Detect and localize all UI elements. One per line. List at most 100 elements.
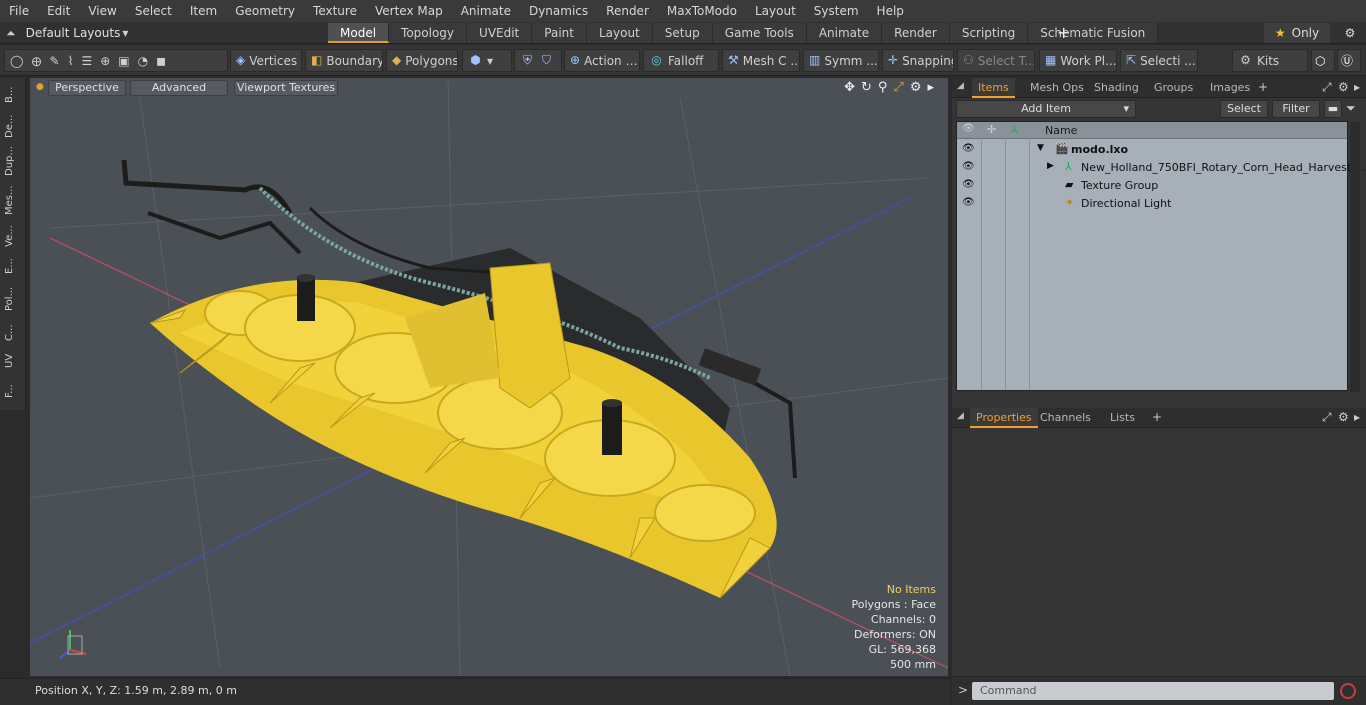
strip-tab-fusion[interactable]: F... (4, 376, 22, 406)
menu-geometry[interactable]: Geometry (226, 4, 304, 18)
kits-button[interactable]: ⚙ Kits (1232, 49, 1308, 72)
menu-view[interactable]: View (79, 4, 125, 18)
tab-schematic-fusion[interactable]: Schematic Fusion (1028, 23, 1159, 43)
menu-render[interactable]: Render (597, 4, 658, 18)
tab-groups[interactable]: Groups (1148, 78, 1199, 98)
vertices-button[interactable]: ◈ Vertices (230, 49, 302, 72)
viewport-textures-button[interactable]: Viewport Textures (234, 80, 338, 96)
menu-texture[interactable]: Texture (304, 4, 366, 18)
eye-icon[interactable]: 👁 (962, 161, 975, 173)
menu-vertex-map[interactable]: Vertex Map (366, 4, 452, 18)
tab-uvedit[interactable]: UVEdit (467, 23, 533, 43)
menu-select[interactable]: Select (126, 4, 181, 18)
tab-layout[interactable]: Layout (586, 23, 653, 43)
boundary-button[interactable]: ◧ Boundary (305, 49, 383, 72)
falloff-button[interactable]: ◎ Falloff (643, 49, 719, 72)
collapse-icon[interactable]: ▬ (1324, 100, 1342, 118)
tab-scripting[interactable]: Scripting (949, 23, 1029, 43)
selection-sets-button[interactable]: ⇱ Selecti ... (1120, 49, 1198, 72)
3d-viewport[interactable]: ● Perspective Advanced Viewport Textures… (30, 78, 948, 676)
shield-buttons[interactable]: ⛨ ⛉ (514, 49, 562, 72)
tab-properties[interactable]: Properties (970, 408, 1038, 428)
rotate-icon[interactable]: ◔ (138, 54, 148, 68)
tab-render[interactable]: Render (882, 23, 950, 43)
zoom-view-icon[interactable]: ⚲ (878, 80, 888, 95)
panel-gear-icon[interactable]: ⚙ (1338, 80, 1349, 94)
eye-icon[interactable]: 👁 (962, 179, 975, 191)
strip-tab-basic[interactable]: B... (4, 82, 22, 108)
globe-icon[interactable]: 🜨 (31, 50, 41, 71)
strip-tab-vertex[interactable]: Ve... (4, 222, 22, 250)
menu-item[interactable]: Item (181, 4, 226, 18)
viewport-menu-dot-icon[interactable]: ● (36, 82, 44, 92)
cube-icon[interactable]: ◼ (156, 54, 166, 68)
pen-icon[interactable]: ✎ (50, 54, 60, 68)
circle-icon[interactable]: ◯ (10, 54, 23, 68)
tab-model[interactable]: Model (328, 23, 390, 43)
tree-row[interactable]: 👁 ▰ Texture Group (957, 177, 1347, 195)
tab-game-tools[interactable]: Game Tools (712, 23, 807, 43)
tab-mesh-ops[interactable]: Mesh Ops (1024, 78, 1090, 98)
eye-icon[interactable]: 👁 (962, 197, 975, 209)
panel-arrow-icon[interactable]: ▸ (1354, 80, 1360, 94)
tab-paint[interactable]: Paint (532, 23, 587, 43)
menu-dynamics[interactable]: Dynamics (520, 4, 597, 18)
add-props-tab-icon[interactable]: + (1152, 410, 1162, 424)
brush-icon[interactable]: ⌇ (68, 54, 74, 68)
menu-edit[interactable]: Edit (38, 4, 79, 18)
layout-selector[interactable]: ⏶ Default Layouts ▾ (6, 24, 128, 42)
viewport-gear-icon[interactable]: ⚙ (910, 80, 922, 95)
mesh-constraint-button[interactable]: ⚒ Mesh C ... (722, 49, 800, 72)
polygons-button[interactable]: ◆ Polygons (386, 49, 458, 72)
unity-icon[interactable]: ⬡ (1311, 49, 1335, 72)
symmetry-button[interactable]: ▥ Symm ... (803, 49, 879, 72)
tree-row[interactable]: 👁 ▶ ⅄ New_Holland_750BFI_Rotary_Corn_Hea… (957, 159, 1366, 177)
strip-tab-edge[interactable]: E... (4, 254, 22, 278)
view-mode-button[interactable]: Perspective (48, 80, 126, 96)
strip-tab-duplicate[interactable]: Dup... (4, 144, 22, 178)
tab-shading[interactable]: Shading (1088, 78, 1145, 98)
tab-lists[interactable]: Lists (1104, 408, 1141, 428)
tree-row[interactable]: 👁 ✦ Directional Light (957, 195, 1347, 213)
square-icon[interactable]: ▣ (118, 54, 129, 68)
tab-images[interactable]: Images (1204, 78, 1256, 98)
tree-row[interactable]: 👁 ▼ 🎬 modo.lxo (957, 141, 1347, 159)
props-arrow-icon[interactable]: ▸ (1354, 410, 1360, 424)
panel-expand-icon[interactable]: ⤢ (1322, 80, 1332, 95)
filter-funnel-icon[interactable]: ⏷ (1346, 101, 1356, 116)
strip-tab-polygon[interactable]: Pol... (4, 282, 22, 316)
move-view-icon[interactable]: ✥ (844, 80, 855, 95)
stop-icon[interactable] (1340, 683, 1356, 699)
action-center-button[interactable]: ⊕ Action… (564, 49, 640, 72)
add-tab-icon[interactable]: + (1057, 23, 1070, 43)
panel-menu-icon[interactable]: ◢ (957, 81, 964, 91)
command-input[interactable]: Command (972, 682, 1334, 700)
menu-help[interactable]: Help (868, 4, 913, 18)
menu-animate[interactable]: Animate (452, 4, 520, 18)
orbit-view-icon[interactable]: ↻ (861, 80, 872, 95)
snapping-button[interactable]: ✛ Snapping (882, 49, 954, 72)
maximize-view-icon[interactable]: ⤢ (893, 80, 903, 95)
tab-topology[interactable]: Topology (389, 23, 468, 43)
tab-animate[interactable]: Animate (806, 23, 883, 43)
tab-channels[interactable]: Channels (1034, 408, 1097, 428)
tree-scrollbar[interactable] (1350, 122, 1360, 392)
props-menu-icon[interactable]: ◢ (957, 411, 964, 421)
props-expand-icon[interactable]: ⤢ (1322, 410, 1332, 425)
menu-maxtomodo[interactable]: MaxToModo (658, 4, 746, 18)
expand-right-icon[interactable]: ▶ (1047, 161, 1054, 171)
viewport-expand-icon[interactable]: ▸ (927, 80, 934, 95)
item-mode-button[interactable]: ⬢ ▾ (462, 49, 512, 72)
strip-tab-uv[interactable]: UV (4, 350, 22, 372)
strip-tab-mesh[interactable]: Mes... (4, 182, 22, 218)
menu-file[interactable]: File (0, 4, 38, 18)
add-item-button[interactable]: Add Item ▾ (956, 100, 1136, 118)
tab-items[interactable]: Items (972, 78, 1015, 98)
shading-mode-button[interactable]: Advanced (130, 80, 228, 96)
strip-tab-deform[interactable]: De... (4, 112, 22, 140)
select-through-button[interactable]: ⚇ Select T... (957, 49, 1035, 72)
menu-system[interactable]: System (805, 4, 868, 18)
work-plane-button[interactable]: ▦ Work Pl... (1039, 49, 1117, 72)
tab-setup[interactable]: Setup (652, 23, 713, 43)
filter-button[interactable]: Filter (1272, 100, 1320, 118)
